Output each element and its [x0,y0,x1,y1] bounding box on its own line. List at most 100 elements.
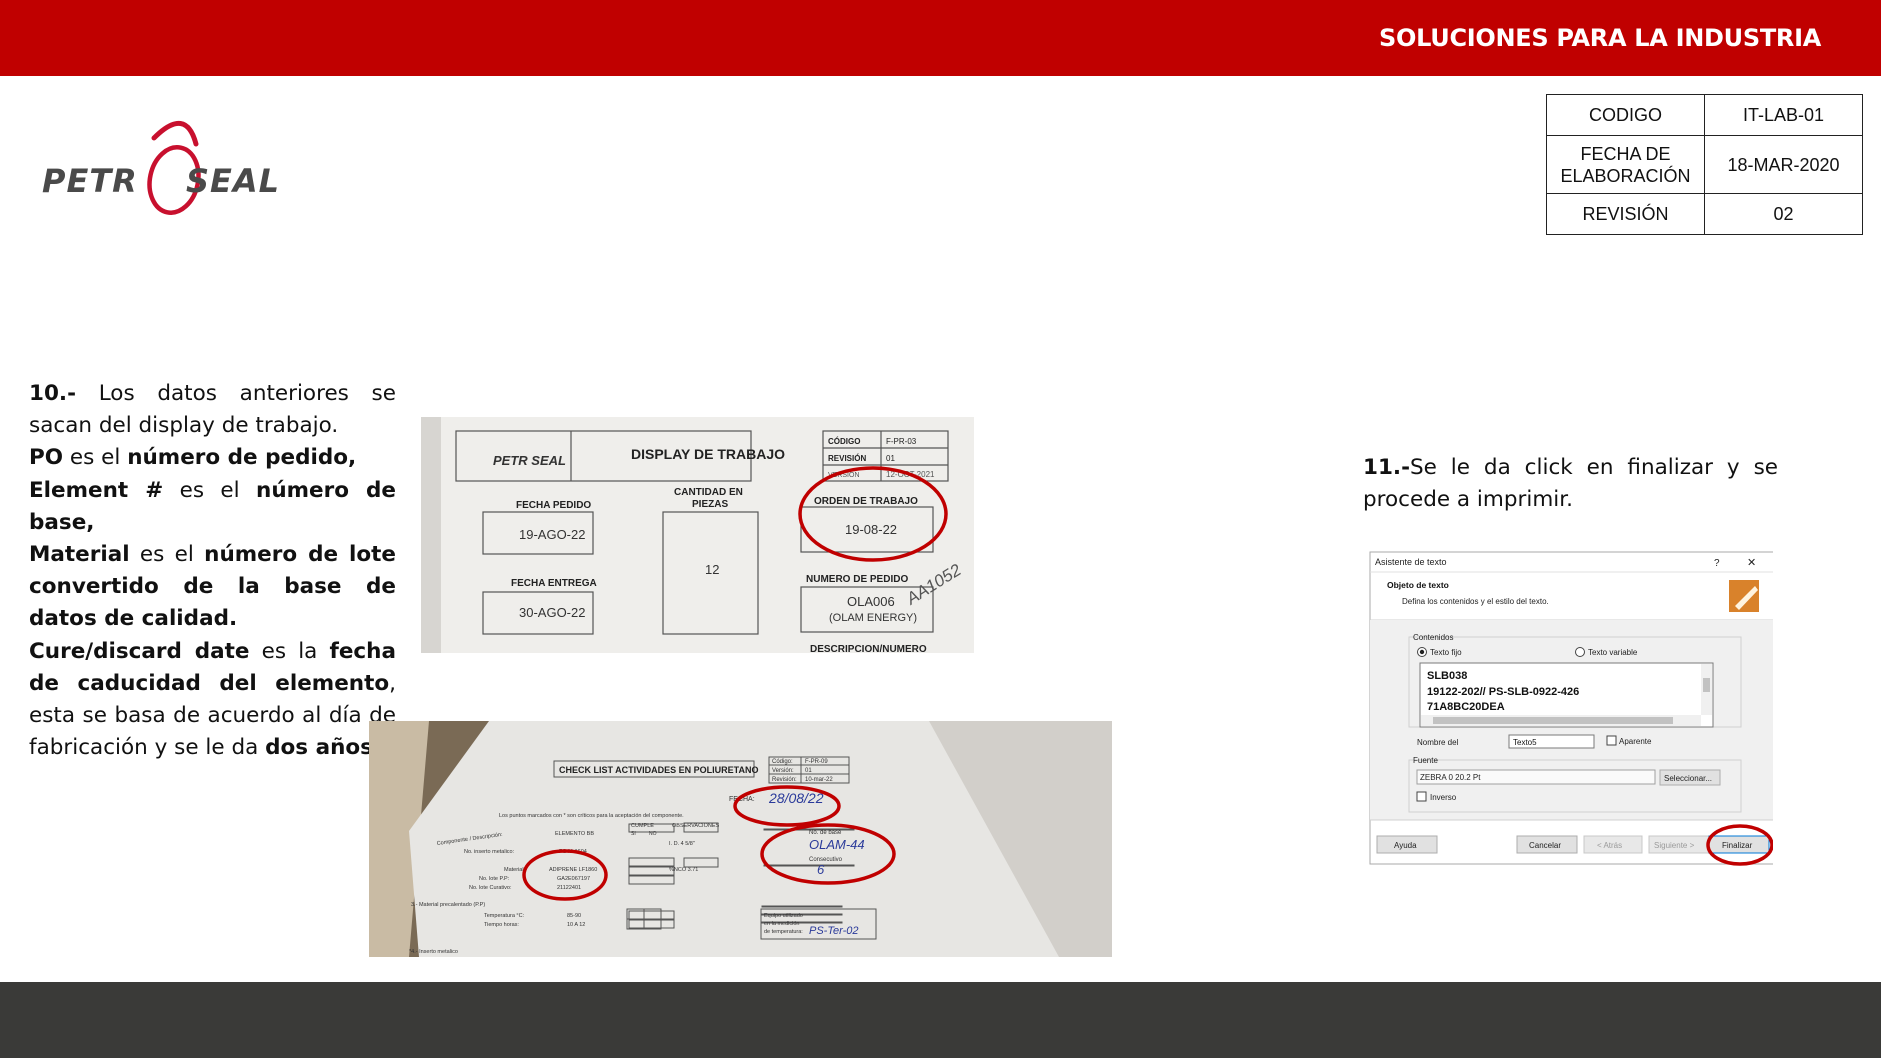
step11-number: 11.- [1363,455,1411,480]
p2-equipo-1: Equipo utilizado [764,913,803,919]
finalizar-label: Finalizar [1722,841,1753,850]
logo-swoosh-icon [151,120,199,147]
cancelar-label: Cancelar [1529,841,1561,850]
p2-lote-curativo-label: No. lote Curativo: [469,885,512,891]
fecha-value: 18-MAR-2020 [1704,135,1863,194]
cure-term: Cure/discard date [29,638,250,664]
p2-codigo-value: F-PR-09 [805,759,828,765]
material-mid: es el [129,542,205,568]
p1-orden: 19-08-22 [845,522,897,537]
p1-logo: PETR SEAL [493,453,566,468]
nombre-label: Nombre del [1417,738,1459,747]
p2-fecha: 28/08/22 [768,790,824,806]
p2-material: ADIPRENE LF1860 [549,867,597,873]
petroseal-logo: PETR SEAL [36,108,296,220]
po-definition: número de pedido, [127,445,357,471]
header-title: SOLUCIONES PARA LA INDUSTRIA [1379,24,1821,52]
p2-temp-label: Temperatura °C: [484,913,525,919]
p2-lote-pp-label: No. lote P.P: [479,876,510,882]
logo-text-right: SEAL [186,162,280,200]
p2-precalentado-label: 3.- Material precalentado (P.P) [411,902,485,908]
dialog-close-button[interactable]: ✕ [1747,557,1756,569]
material-term: Material [29,542,130,568]
p2-cumple: CUMPLE [631,823,654,829]
element-mid: es el [163,477,257,503]
p2-lote-pp: GA2E067197 [557,876,590,882]
p2-revision-label: Revisión: [772,777,797,783]
p2-no: NO [649,831,657,837]
step-11-text: 11.-Se le da click en finalizar y se pro… [1363,452,1778,516]
p1-numero-pedido: OLA006 [847,594,895,609]
inverso-label: Inverso [1430,793,1457,802]
p2-base: OLAM-44 [809,837,865,852]
p1-numero-pedido-label: NUMERO DE PEDIDO [806,574,908,585]
p1-fecha-entrega: 30-AGO-22 [519,605,585,620]
revision-value: 02 [1704,193,1863,235]
fecha-label-line1: FECHA DE [1580,143,1671,164]
p2-elemento-label: ELEMENTO BB [555,831,594,837]
p2-version-label: Versión: [772,768,794,774]
p1-descripcion-label: DESCRIPCION/NUMERO [810,644,927,653]
p2-consecutivo-label: Consecutivo [809,857,843,863]
revision-label: REVISIÓN [1546,193,1705,235]
p2-inserto4: *4.- Inserto metalico [409,949,458,955]
texto-variable-radio[interactable] [1575,647,1585,657]
p2-obs2: %NCO 3.71 [669,867,698,873]
logo-text-left: PETR [42,162,138,200]
seleccionar-label: Seleccionar... [1664,774,1712,783]
p2-material-label: Material: [504,867,526,873]
display-de-trabajo-photo: PETR SEAL DISPLAY DE TRABAJO CÓDIGO F-PR… [421,417,974,653]
wizard-icon [1729,580,1759,612]
content-line-2: 19122-202// PS-SLB-0922-426 [1427,686,1579,698]
top-header-bar: SOLUCIONES PARA LA INDUSTRIA [0,0,1881,76]
codigo-value: IT-LAB-01 [1704,94,1863,136]
p2-note: Los puntos marcados con * son críticos p… [499,813,684,819]
step-10-text: 10.- Los datos anteriores se sacan del d… [29,378,396,764]
po-term: PO [29,445,64,471]
p1-cantidad-label-2: PIEZAS [692,499,728,510]
po-mid: es el [63,445,128,471]
p1-cantidad: 12 [705,562,719,577]
p2-observaciones: OBSERVACIONES [672,823,720,829]
document-control-table: CODIGO IT-LAB-01 FECHA DE ELABORACIÓN 18-… [1546,94,1863,235]
contenidos-label: Contenidos [1413,633,1453,642]
step11-body: Se le da click en finalizar y se procede… [1363,455,1778,513]
element-term: Element # [29,477,164,503]
p2-equipo: PS-Ter-02 [809,925,859,937]
p2-inserto-label: No. inserto metalico: [464,849,515,855]
p1-codigo-value: F-PR-03 [886,437,917,446]
p2-equipo-3: de temperatura: [764,929,803,935]
footer-bar [0,982,1881,1058]
p2-title: CHECK LIST ACTIVIDADES EN POLIURETANO [559,765,759,775]
p2-equipo-2: en la medición [764,921,799,927]
fecha-label-line2: ELABORACIÓN [1560,165,1691,186]
dialog-help-button[interactable]: ? [1714,558,1720,569]
codigo-label: CODIGO [1546,94,1705,136]
fuente-label: Fuente [1413,756,1438,765]
fecha-label: FECHA DE ELABORACIÓN [1546,135,1705,194]
p2-codigo-label: Código: [772,759,793,765]
p1-codigo-label: CÓDIGO [828,437,860,446]
two-years: dos años [265,735,373,761]
p2-temp: 85-90 [567,913,581,919]
dialog-title: Asistente de texto [1375,557,1447,567]
p1-fecha-pedido-label: FECHA PEDIDO [516,500,591,511]
dialog-section-title: Objeto de texto [1387,580,1449,590]
dialog-description: Defina los contenidos y el estilo del te… [1402,597,1549,606]
aparente-checkbox[interactable] [1606,735,1617,746]
step10-number: 10.- [29,381,77,406]
p2-consecutivo: 6 [817,862,825,877]
step10-intro: Los datos anteriores se sacan del displa… [29,381,396,439]
p2-tiempo-label: Tiempo horas: [484,922,519,928]
siguiente-label: Siguiente > [1654,841,1695,850]
checklist-photo: CHECK LIST ACTIVIDADES EN POLIURETANO Có… [369,721,1112,957]
p2-lote-curativo: 21122401 [557,885,581,891]
p2-base-label: No. de base [809,830,842,836]
content-line-1: SLB038 [1427,670,1467,682]
ayuda-label: Ayuda [1394,841,1417,850]
p2-revision-value: 10-mar-22 [805,777,833,783]
inverso-checkbox[interactable] [1416,791,1427,802]
p1-fecha-pedido: 19-AGO-22 [519,527,585,542]
p2-obs1: I. D. 4 5/8" [669,841,695,847]
texto-fijo-label: Texto fijo [1430,648,1462,657]
